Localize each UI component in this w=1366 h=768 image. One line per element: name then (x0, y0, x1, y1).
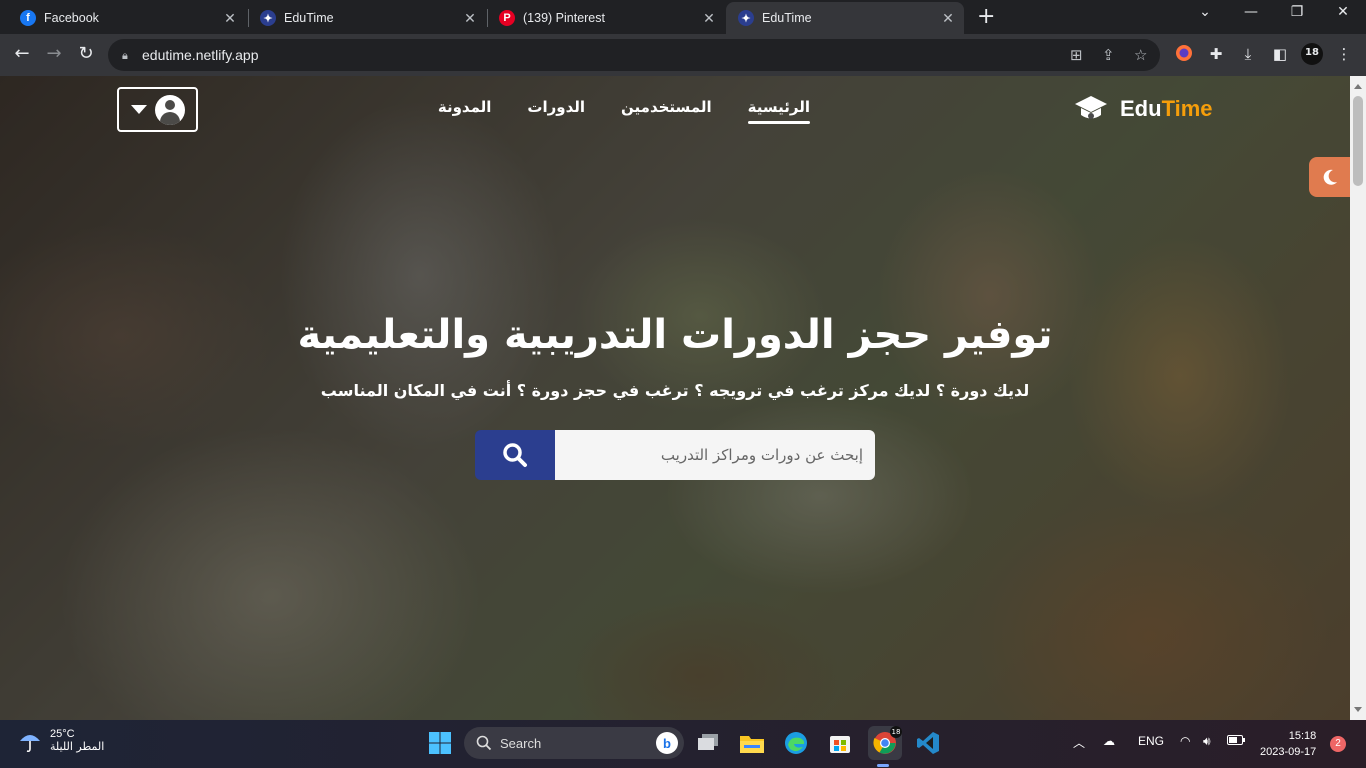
bing-icon[interactable]: b (656, 732, 678, 754)
tab-label: EduTime (284, 11, 334, 25)
extension-firefox-icon[interactable] (1174, 44, 1194, 64)
facebook-icon: f (20, 10, 36, 26)
side-panel-icon[interactable]: ◧ (1270, 44, 1290, 64)
taskbar-search-label: Search (500, 735, 542, 751)
nav-blog[interactable]: المدونة (438, 98, 492, 124)
minimize-button[interactable]: — (1228, 4, 1274, 20)
search-icon (503, 443, 527, 467)
page-scrollbar[interactable] (1350, 76, 1366, 720)
menu-kebab-icon[interactable]: ⋮ (1334, 44, 1354, 64)
address-bar[interactable]: 🔒︎ edutime.netlify.app ⊞ ⇪ ☆ (108, 39, 1160, 71)
close-icon[interactable]: ✕ (220, 10, 240, 27)
new-tab-button[interactable]: + (977, 6, 995, 28)
tab-edutime[interactable]: ✦ EduTime ✕ (248, 2, 486, 34)
browser-toolbar: ← → ↻ 🔒︎ edutime.netlify.app ⊞ ⇪ ☆ ✚ ⤓ ◧… (0, 34, 1366, 76)
search-icon (476, 735, 492, 751)
close-icon[interactable]: ✕ (938, 10, 958, 27)
tab-label: EduTime (762, 11, 812, 25)
show-hidden-icons-chevron-icon[interactable]: ︿ (1073, 734, 1085, 751)
tab-label: Facebook (44, 11, 99, 25)
chrome-icon[interactable]: 18 (868, 726, 902, 760)
moon-icon (1323, 169, 1337, 185)
hero-subtitle: لديك دورة ؟ لديك مركز ترغب في ترويجه ؟ ت… (320, 381, 1030, 400)
battery-icon[interactable] (1227, 734, 1245, 748)
scroll-up-icon[interactable] (1354, 84, 1362, 89)
lock-icon: 🔒︎ (122, 49, 128, 62)
microsoft-store-icon[interactable] (826, 729, 854, 757)
chrome-profile-badge: 18 (890, 726, 902, 738)
caret-down-icon (130, 105, 147, 114)
profile-avatar[interactable]: 18 (1301, 43, 1323, 65)
task-view-icon[interactable] (694, 729, 722, 757)
rain-umbrella-icon (20, 734, 40, 752)
download-icon[interactable]: ⤓ (1238, 44, 1258, 64)
hero-title: توفير حجز الدورات التدريبية والتعليمية (297, 312, 1053, 358)
extensions-puzzle-icon[interactable]: ✚ (1206, 44, 1226, 64)
edutime-icon: ✦ (738, 10, 754, 26)
restore-button[interactable]: ❐ (1274, 4, 1320, 20)
scroll-down-icon[interactable] (1354, 707, 1362, 712)
tab-search-chevron-icon[interactable]: ⌄ (1182, 4, 1228, 20)
scroll-thumb[interactable] (1353, 96, 1363, 186)
page-viewport: Edu Time الرئيسية المستخدمين الدورات المد… (0, 76, 1350, 720)
file-explorer-icon[interactable] (738, 729, 766, 757)
main-nav: الرئيسية المستخدمين الدورات المدونة (438, 98, 811, 124)
clock-date: 2023-09-17 (1260, 746, 1317, 758)
translate-icon[interactable]: ⊞ (1070, 46, 1083, 64)
edutime-icon: ✦ (260, 10, 276, 26)
language-indicator[interactable]: ENG (1138, 734, 1164, 748)
brand-name-edu: Edu (1120, 96, 1162, 121)
weather-desc: المطر الليلة (50, 740, 105, 753)
close-icon[interactable]: ✕ (460, 10, 480, 27)
close-icon[interactable]: ✕ (699, 10, 719, 27)
close-window-button[interactable]: ✕ (1320, 4, 1366, 20)
wifi-icon[interactable]: ◠ (1180, 734, 1190, 748)
taskbar-search[interactable]: Search b (464, 727, 684, 759)
windows-start-icon[interactable] (426, 729, 454, 757)
tab-label: (139) Pinterest (523, 11, 605, 25)
site-logo[interactable]: Edu Time (1074, 94, 1213, 124)
cloud-offline-icon[interactable]: ☁︎ (1103, 734, 1115, 748)
reload-icon[interactable]: ↻ (74, 43, 98, 64)
dark-mode-toggle[interactable] (1309, 157, 1350, 197)
back-icon[interactable]: ← (10, 43, 34, 64)
clock-time: 15:18 (1288, 730, 1317, 742)
share-icon[interactable]: ⇪ (1102, 46, 1115, 64)
user-avatar-icon (154, 94, 185, 125)
graduation-cap-icon (1075, 96, 1107, 119)
weather-temp: 25°C (50, 728, 75, 740)
search-input[interactable] (555, 430, 875, 480)
course-search (475, 430, 875, 480)
nav-users[interactable]: المستخدمين (621, 98, 712, 124)
bookmark-star-icon[interactable]: ☆ (1134, 46, 1147, 64)
volume-icon[interactable]: 🔊︎ (1203, 734, 1211, 749)
search-button[interactable] (475, 430, 555, 480)
edge-browser-icon[interactable] (782, 729, 810, 757)
vscode-icon[interactable] (914, 729, 942, 757)
nav-courses[interactable]: الدورات (527, 98, 585, 124)
tab-facebook[interactable]: f Facebook ✕ (8, 2, 246, 34)
url-text: edutime.netlify.app (142, 47, 259, 63)
tab-strip: f Facebook ✕ ✦ EduTime ✕ P (139) Pintere… (0, 0, 1366, 34)
taskbar: 25°C المطر الليلة Search b 18 ︿ ☁︎ ENG ◠… (0, 720, 1366, 768)
nav-home[interactable]: الرئيسية (747, 98, 811, 124)
brand-name-time: Time (1161, 96, 1213, 121)
notification-badge[interactable]: 2 (1330, 736, 1346, 752)
pinterest-icon: P (499, 10, 515, 26)
weather-widget[interactable]: 25°C المطر الليلة (18, 728, 104, 753)
tab-edutime-active[interactable]: ✦ EduTime ✕ (726, 2, 964, 34)
system-clock[interactable]: 15:18 2023-09-17 (1260, 728, 1316, 760)
active-app-indicator (877, 764, 889, 767)
user-menu-button[interactable] (117, 87, 198, 132)
tab-pinterest[interactable]: P (139) Pinterest ✕ (487, 2, 725, 34)
forward-icon[interactable]: → (42, 43, 66, 64)
